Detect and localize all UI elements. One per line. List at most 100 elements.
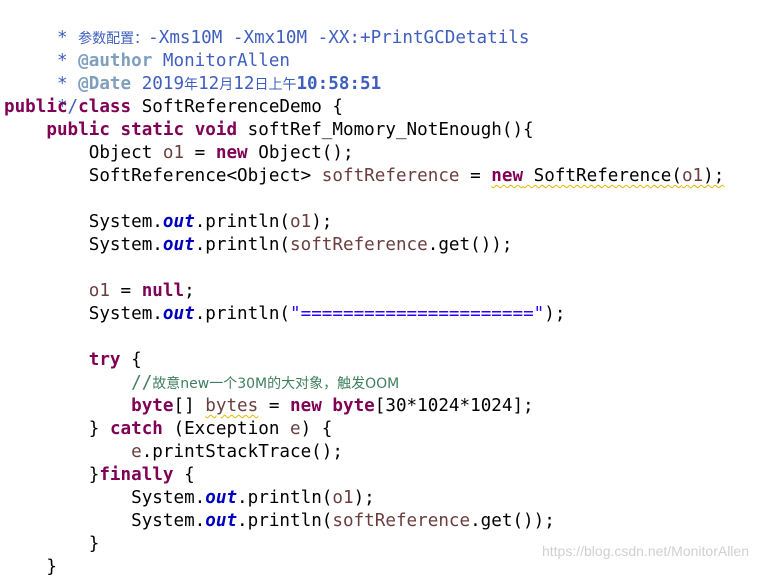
code-text: .get()); — [427, 235, 513, 255]
code-text: .get()); — [470, 511, 555, 531]
keyword: public — [4, 97, 68, 117]
local-variable: o1 — [681, 166, 704, 186]
code-text: [30*1024*1024]; — [374, 396, 534, 416]
local-variable: o1 — [332, 488, 354, 508]
local-variable: e — [290, 419, 301, 439]
code-text: .printStackTrace(); — [141, 442, 343, 462]
code-text: ); — [703, 166, 725, 186]
code-text: [] — [173, 396, 206, 416]
code-line-8: SoftReference<Object> softReference = ne… — [4, 165, 725, 188]
javadoc-text: 月 — [219, 77, 234, 93]
code-text: System. — [88, 304, 163, 324]
code-text: ); — [544, 304, 566, 324]
code-editor[interactable]: * 参数配置：-Xms10M -Xmx10M -XX:+PrintGCDetat… — [0, 0, 757, 577]
local-variable: bytes — [205, 396, 259, 416]
code-text: Object(); — [247, 143, 354, 163]
static-field: out — [162, 212, 195, 232]
javadoc-text: 日上午 — [254, 77, 297, 93]
keyword: public — [46, 120, 110, 140]
code-line-5: public class SoftReferenceDemo { — [4, 96, 343, 119]
keyword: new — [290, 396, 322, 416]
code-line-13: o1 = null; — [4, 280, 195, 303]
code-line-14: System.out.println("====================… — [4, 303, 566, 326]
code-text: ); — [311, 212, 333, 232]
code-line-23: System.out.println(softReference.get()); — [4, 510, 555, 533]
local-variable: softReference — [332, 511, 471, 531]
local-variable: e — [131, 442, 142, 462]
code-line-24: } — [4, 533, 100, 556]
code-text: System. — [88, 212, 163, 232]
javadoc-text: 12 — [198, 74, 220, 94]
keyword: null — [141, 281, 185, 301]
class-declaration: SoftReferenceDemo { — [141, 97, 343, 117]
code-line-6: public static void softRef_Momory_NotEno… — [4, 119, 534, 142]
code-line-22: System.out.println(o1); — [4, 487, 375, 510]
keyword: void — [194, 120, 238, 140]
line-comment: //故意new一个30M的大对象，触发OOM — [131, 373, 400, 393]
code-text: } — [46, 557, 57, 577]
code-text: ; — [184, 281, 195, 301]
code-text: SoftReference( — [523, 166, 682, 186]
code-text: System. — [88, 235, 163, 255]
code-text: .println( — [237, 488, 333, 508]
keyword: new — [215, 143, 248, 163]
code-line-19: } catch (Exception e) { — [4, 418, 333, 441]
keyword: static — [120, 120, 185, 140]
code-text: .println( — [194, 212, 291, 232]
code-text: { — [120, 350, 142, 370]
code-line-11: System.out.println(softReference.get()); — [4, 234, 513, 257]
keyword: byte — [332, 396, 375, 416]
operator: = — [258, 396, 291, 416]
operator: = — [459, 166, 492, 186]
javadoc-text: 年 — [184, 77, 199, 93]
code-line-16: try { — [4, 349, 142, 372]
keyword: finally — [99, 465, 174, 485]
code-text: { — [173, 465, 195, 485]
operator: = — [184, 143, 216, 163]
code-text: } — [88, 419, 110, 439]
keyword: try — [88, 350, 121, 370]
code-line-25: } — [4, 556, 57, 579]
javadoc-text: 12 — [233, 74, 255, 94]
code-text: ) { — [300, 419, 333, 439]
code-line-3: * @Date 2019年12月12日上午10:58:51 — [4, 50, 381, 94]
code-text: System. — [131, 511, 206, 531]
code-line-21: }finally { — [4, 464, 195, 487]
code-line-20: e.printStackTrace(); — [4, 441, 343, 464]
static-field: out — [205, 488, 238, 508]
code-text: } — [88, 465, 100, 485]
keyword: class — [78, 97, 132, 117]
code-text: .println( — [194, 235, 291, 255]
javadoc-text: 10:58:51 — [296, 74, 382, 94]
static-field: out — [205, 511, 238, 531]
local-variable: o1 — [162, 143, 185, 163]
keyword: catch — [109, 419, 163, 439]
code-text: (Exception — [162, 419, 291, 439]
keyword: byte — [131, 396, 174, 416]
local-variable: softReference — [290, 235, 428, 255]
code-line-7: Object o1 = new Object(); — [4, 142, 354, 165]
code-line-4: */ — [4, 73, 78, 117]
watermark: https://blog.csdn.net/MonitorAllen — [541, 543, 749, 559]
code-line-2: * @author MonitorAllen — [4, 27, 290, 71]
local-variable: softReference — [321, 166, 460, 186]
code-line-18: byte[] bytes = new byte[30*1024*1024]; — [4, 395, 534, 418]
code-text: } — [88, 534, 100, 554]
code-text: System. — [131, 488, 206, 508]
static-field: out — [162, 235, 195, 255]
static-field: out — [162, 304, 195, 324]
javadoc-text: 2019 — [141, 74, 185, 94]
local-variable: o1 — [290, 212, 312, 232]
operator: = — [109, 281, 142, 301]
string-literal: "======================" — [290, 304, 545, 324]
code-line-10: System.out.println(o1); — [4, 211, 333, 234]
code-line-17: //故意new一个30M的大对象，触发OOM — [4, 372, 399, 395]
javadoc-tag: @Date — [78, 74, 132, 94]
code-text: .println( — [194, 304, 291, 324]
code-text: ); — [353, 488, 375, 508]
type-name: Object — [88, 143, 153, 163]
keyword: new — [491, 166, 524, 186]
method-declaration: softRef_Momory_NotEnough(){ — [247, 120, 534, 140]
local-variable: o1 — [88, 281, 110, 301]
code-text: .println( — [237, 511, 333, 531]
